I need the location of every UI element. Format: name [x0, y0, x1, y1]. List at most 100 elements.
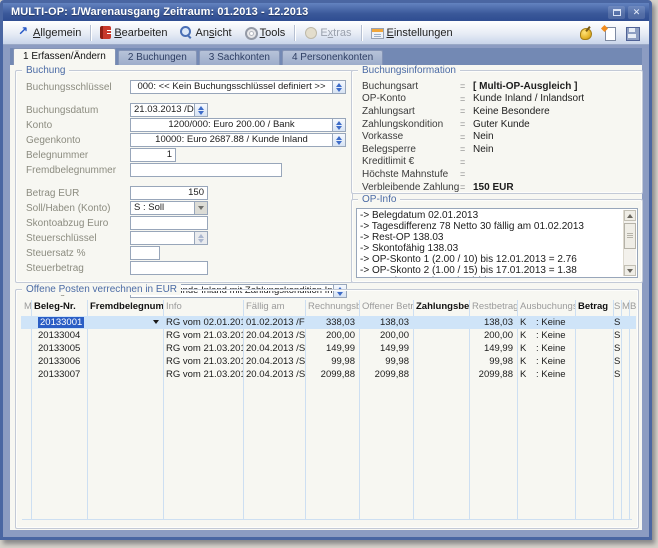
- input-steuersatz-%[interactable]: [130, 246, 160, 260]
- cell-11: S: [613, 368, 621, 381]
- tab-4-personenkonten[interactable]: 4 Personenkonten: [282, 50, 383, 65]
- combo-gegenkonto[interactable]: 10000: Euro 2687.88 / Kunde Inland: [130, 133, 346, 147]
- dropdown-button[interactable]: [332, 119, 345, 131]
- input-belegnummer[interactable]: 1: [130, 148, 176, 162]
- cell-5: 2099,88: [305, 368, 359, 381]
- col-header-9-ausbuchungsart[interactable]: Ausbuchungsart: [517, 300, 575, 314]
- toolbar-right: [579, 26, 643, 40]
- cell-11: S: [613, 316, 621, 329]
- dropdown-button[interactable]: [194, 202, 207, 214]
- field-value: 10000: Euro 2687.88 / Kunde Inland: [131, 134, 332, 146]
- combo-soll-haben-konto[interactable]: S : Soll: [130, 201, 208, 215]
- equals-sign: =: [460, 169, 473, 179]
- close-button[interactable]: [628, 6, 645, 19]
- menu-item-tools[interactable]: Tools: [238, 24, 292, 41]
- field-value: 1: [131, 149, 175, 161]
- col-header-7-zahlungsbetrag[interactable]: Zahlungsbetrag: [413, 300, 469, 314]
- menu-item-bearbeiten[interactable]: Bearbeiten: [94, 24, 173, 41]
- input-steuerbetrag[interactable]: [130, 261, 208, 275]
- col-header-10-betrag[interactable]: Betrag: [575, 300, 613, 314]
- spin-up-icon: [198, 234, 204, 238]
- col-header-4-fällig-am[interactable]: Fällig am: [243, 300, 305, 314]
- col-header-0-m[interactable]: M: [21, 300, 31, 314]
- tab-2-buchungen[interactable]: 2 Buchungen: [118, 50, 197, 65]
- restore-button[interactable]: [608, 6, 625, 19]
- field-value: 1200/000: Euro 200.00 / Bank: [131, 119, 332, 131]
- dropdown-button[interactable]: [332, 134, 345, 146]
- dropdown-button[interactable]: [194, 232, 207, 244]
- menu-item-ansicht[interactable]: Ansicht: [174, 24, 238, 41]
- table-row[interactable]: 20133001RG vom 02.01.201301.02.2013 /Fr3…: [21, 316, 636, 329]
- col-header-1-beleg-nr[interactable]: Beleg-Nr.: [31, 300, 87, 314]
- info-label: Verbleibende Zahlung: [362, 182, 460, 193]
- combo-buchungsschlüssel[interactable]: 000: << Kein Buchungsschlüssel definiert…: [130, 80, 346, 94]
- menu-item-einstellungen[interactable]: Einstellungen: [365, 25, 459, 41]
- table-row[interactable]: 20133005RG vom 21.03.201320.04.2013 /Sa1…: [21, 342, 636, 355]
- col-header-2-fremdbelegnummer[interactable]: Fremdbelegnummer: [87, 300, 163, 314]
- menu-item-label: Tools: [260, 27, 286, 39]
- tab-3-sachkonten[interactable]: 3 Sachkonten: [199, 50, 280, 65]
- info-label: OP-Konto: [362, 93, 460, 104]
- cell-1: 20133006: [31, 355, 87, 368]
- cell-9: K: Keine: [517, 316, 575, 329]
- cell-6: 200,00: [359, 329, 413, 342]
- offene-posten-grid: MBeleg-Nr.FremdbelegnummerInfoFällig amR…: [18, 300, 636, 525]
- cell-2: [87, 368, 163, 381]
- save-icon[interactable]: [625, 26, 639, 40]
- ausbuchung-text: : Keine: [536, 330, 566, 341]
- cell-5: 99,98: [305, 355, 359, 368]
- menu-separator: [90, 25, 91, 41]
- tab-1-erfassen-ändern[interactable]: 1 Erfassen/Ändern: [13, 48, 116, 65]
- scroll-down-button[interactable]: [624, 265, 636, 276]
- table-row[interactable]: 20133007RG vom 21.03.201320.04.2013 /Sa2…: [21, 368, 636, 381]
- col-header-8-restbetrag[interactable]: Restbetrag: [469, 300, 517, 314]
- op-info-scrollbar[interactable]: [623, 210, 636, 276]
- cell-4: 20.04.2013 /Sa: [243, 329, 305, 342]
- cell-11: S: [613, 355, 621, 368]
- combo-steuerschlüssel[interactable]: [130, 231, 208, 245]
- scrollbar-thumb[interactable]: [624, 223, 636, 249]
- cell-12: [621, 342, 629, 355]
- col-header-13-b[interactable]: B: [629, 300, 636, 314]
- col-header-11-s[interactable]: S: [613, 300, 621, 314]
- combo-konto[interactable]: 1200/000: Euro 200.00 / Bank: [130, 118, 346, 132]
- stamp-icon[interactable]: [579, 26, 593, 40]
- spinner-button[interactable]: [194, 104, 207, 116]
- op-info-line: -> OP-Skonto 1 (2.00 / 10) bis 12.01.201…: [360, 254, 621, 265]
- new-doc-icon[interactable]: [602, 26, 616, 40]
- dropdown-button[interactable]: [332, 81, 345, 93]
- col-header-5-rechnungsbetrag[interactable]: Rechnungsbetrag: [305, 300, 359, 314]
- title-bar: MULTI-OP: 1/Warenausgang Zeitraum: 01.20…: [3, 3, 649, 21]
- table-row[interactable]: 20133006RG vom 21.03.201320.04.2013 /Sa9…: [21, 355, 636, 368]
- col-header-6-offener-betrag[interactable]: Offener Betrag: [359, 300, 413, 314]
- content-area: Buchung Buchungsschlüssel000: << Kein Bu…: [10, 65, 642, 530]
- info-row-zahlungskondition: Zahlungskondition=Guter Kunde: [362, 118, 636, 131]
- menu-bar-items: AllgemeinBearbeitenAnsichtToolsExtrasEin…: [11, 24, 579, 41]
- input-betrag-eur[interactable]: 150: [130, 186, 208, 200]
- menu-item-allgemein[interactable]: Allgemein: [11, 24, 87, 41]
- window-title: MULTI-OP: 1/Warenausgang Zeitraum: 01.20…: [11, 6, 605, 18]
- cell-4: 01.02.2013 /Fr: [243, 316, 305, 329]
- field-value: S : Soll: [131, 202, 194, 214]
- field-row-steuersatz-%: Steuersatz %: [26, 246, 346, 260]
- info-label: Höchste Mahnstufe: [362, 169, 460, 180]
- field-label-gegenkonto: Gegenkonto: [26, 135, 130, 146]
- col-header-12-m[interactable]: M: [621, 300, 629, 314]
- table-row[interactable]: 20133004RG vom 21.03.201320.04.2013 /Sa2…: [21, 329, 636, 342]
- input-fremdbelegnummer[interactable]: [130, 163, 282, 177]
- op-info-list[interactable]: -> Belegdatum 02.01.2013-> Tagesdifferen…: [356, 208, 638, 278]
- cell-1: 20133005: [31, 342, 87, 355]
- combo-buchungsdatum[interactable]: 21.03.2013 /Do: [130, 103, 208, 117]
- col-header-3-info[interactable]: Info: [163, 300, 243, 314]
- cell-7: [413, 316, 469, 329]
- spin-down-icon: [336, 141, 342, 145]
- cell-6: 138,03: [359, 316, 413, 329]
- ausbuchung-code: K: [520, 316, 536, 329]
- input-skontoabzug-euro[interactable]: [130, 216, 208, 230]
- body-wrap: 1 Erfassen/Ändern2 Buchungen3 Sachkonten…: [6, 48, 646, 534]
- scroll-up-button[interactable]: [624, 210, 636, 221]
- dropdown-arrow-icon[interactable]: [153, 320, 159, 324]
- spin-up-icon: [336, 121, 342, 125]
- magnifier-icon: [180, 26, 193, 39]
- cell-10: [575, 368, 613, 381]
